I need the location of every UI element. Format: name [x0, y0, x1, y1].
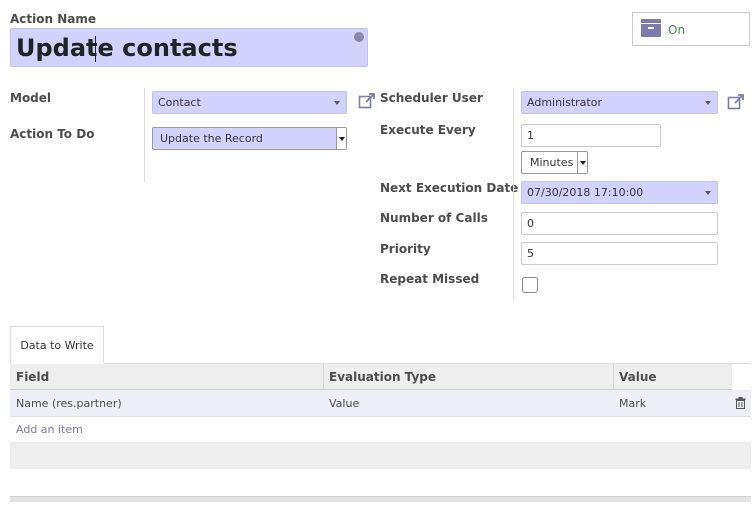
priority-input[interactable]: 5 [521, 242, 718, 265]
archive-icon [641, 19, 661, 37]
chevron-down-icon [334, 101, 340, 105]
trash-icon[interactable] [735, 397, 746, 409]
action-name-label: Action Name [10, 12, 96, 26]
repeat-missed-label: Repeat Missed [380, 272, 480, 286]
model-label: Model [10, 91, 52, 105]
execute-every-label: Execute Every [380, 123, 476, 137]
repeat-missed-checkbox[interactable] [522, 277, 538, 293]
translate-globe-icon[interactable] [354, 32, 364, 42]
action-to-do-select[interactable]: Update the Record [152, 127, 347, 150]
scheduler-user-value: Administrator [527, 96, 602, 109]
row-value: Mark [619, 397, 647, 410]
next-execution-value: 07/30/2018 17:10:00 [527, 186, 644, 199]
table-footer [10, 496, 751, 502]
chevron-down-icon [580, 161, 586, 165]
column-header-value[interactable]: Value [619, 370, 657, 384]
number-of-calls-label: Number of Calls [380, 211, 488, 225]
column-divider-left [144, 88, 145, 182]
interval-unit-value: Minutes [530, 156, 574, 169]
priority-value: 5 [527, 247, 534, 260]
table-row[interactable]: Name (res.partner) Value Mark [10, 390, 751, 417]
chevron-down-icon [705, 101, 711, 105]
model-value: Contact [158, 96, 201, 109]
column-header-evaluation-type[interactable]: Evaluation Type [329, 370, 436, 384]
table-header: Field Evaluation Type Value [10, 364, 732, 390]
action-to-do-value: Update the Record [160, 132, 263, 145]
next-execution-label: Next Execution Date [380, 181, 519, 195]
action-to-do-label: Action To Do [10, 127, 95, 141]
empty-row [10, 469, 751, 496]
action-name-input[interactable]: Update contacts [10, 28, 368, 67]
number-of-calls-input[interactable]: 0 [521, 212, 718, 235]
tab-label: Data to Write [20, 339, 94, 352]
active-toggle-label: On [668, 23, 686, 37]
empty-row [10, 442, 751, 469]
active-toggle-button[interactable]: On [632, 12, 750, 46]
action-name-value: Update contacts [16, 34, 238, 62]
tab-data-to-write[interactable]: Data to Write [10, 326, 104, 364]
number-of-calls-value: 0 [527, 217, 534, 230]
execute-every-input[interactable]: 1 [521, 124, 661, 147]
external-link-icon[interactable] [727, 94, 745, 110]
column-divider-right [513, 88, 514, 300]
next-execution-date-input[interactable]: 07/30/2018 17:10:00 [521, 181, 718, 204]
scheduler-user-label: Scheduler User [380, 91, 483, 105]
row-field: Name (res.partner) [16, 397, 122, 410]
model-select[interactable]: Contact [152, 91, 347, 114]
chevron-down-icon [339, 137, 345, 141]
interval-unit-select[interactable]: Minutes [521, 151, 588, 174]
execute-every-value: 1 [527, 129, 534, 142]
column-header-field[interactable]: Field [16, 370, 49, 384]
add-item-row: Add an item [10, 417, 751, 442]
add-item-link[interactable]: Add an item [16, 423, 83, 436]
chevron-down-icon [705, 191, 711, 195]
scheduler-user-select[interactable]: Administrator [521, 91, 718, 114]
row-evaluation-type: Value [329, 397, 360, 410]
priority-label: Priority [380, 242, 431, 256]
external-link-icon[interactable] [358, 93, 376, 109]
text-cursor [95, 36, 96, 62]
